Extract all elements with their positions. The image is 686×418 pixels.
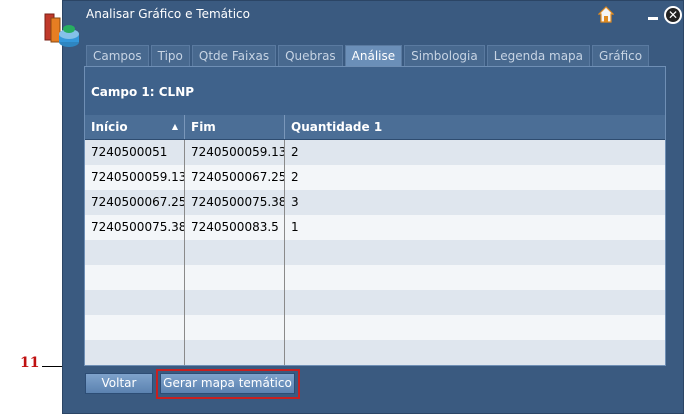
cell-inicio: 7240500051 — [85, 140, 185, 165]
voltar-button[interactable]: Voltar — [85, 373, 153, 394]
report-icon — [44, 13, 79, 47]
title-bar[interactable]: Analisar Gráfico e Temático ✕ — [63, 1, 683, 37]
table-row[interactable]: 7240500075.38 7240500083.5 1 — [85, 215, 665, 240]
tab-bar: Campos Tipo Qtde Faixas Quebras Análise … — [86, 45, 651, 67]
cell-fim — [185, 315, 285, 340]
cell-quantidade — [285, 240, 665, 265]
field-label: Campo 1: CLNP — [91, 85, 195, 99]
home-icon[interactable] — [598, 6, 614, 24]
cell-fim: 7240500083.5 — [185, 215, 285, 240]
grid-body: 7240500051 7240500059.13 2 7240500059.13… — [85, 140, 665, 365]
cell-inicio: 7240500075.38 — [85, 215, 185, 240]
tab-campos[interactable]: Campos — [86, 45, 149, 66]
cell-inicio — [85, 290, 185, 315]
tab-analise[interactable]: Análise — [344, 45, 403, 67]
tab-simbologia[interactable]: Simbologia — [404, 45, 485, 66]
table-row-empty — [85, 315, 665, 340]
callout-number: 11 — [20, 355, 40, 371]
cell-quantidade — [285, 265, 665, 290]
cell-quantidade — [285, 290, 665, 315]
sort-ascending-icon: ▲ — [171, 122, 178, 131]
analysis-window: Analisar Gráfico e Temático ✕ Campos Tip… — [62, 0, 684, 414]
cell-inicio — [85, 315, 185, 340]
tab-quebras[interactable]: Quebras — [278, 45, 343, 66]
window-title: Analisar Gráfico e Temático — [86, 7, 250, 21]
cell-fim — [185, 290, 285, 315]
table-row[interactable]: 7240500067.25 7240500075.38 3 — [85, 190, 665, 215]
cell-fim — [185, 240, 285, 265]
cell-fim: 7240500075.38 — [185, 190, 285, 215]
cell-quantidade: 3 — [291, 195, 299, 209]
tab-grafico[interactable]: Gráfico — [592, 45, 650, 66]
table-row-empty — [85, 290, 665, 315]
grid-header: Início ▲ Fim Quantidade 1 — [85, 115, 665, 140]
close-icon[interactable]: ✕ — [664, 6, 682, 24]
cell-quantidade: 2 — [291, 145, 299, 159]
gerar-mapa-button[interactable]: Gerar mapa temático — [160, 373, 295, 394]
column-header-quantidade[interactable]: Quantidade 1 — [285, 115, 665, 139]
minimize-icon[interactable] — [648, 17, 658, 20]
cell-inicio — [85, 340, 185, 365]
cell-quantidade — [285, 340, 665, 365]
cell-inicio — [85, 265, 185, 290]
results-grid: Início ▲ Fim Quantidade 1 7240500051 724… — [85, 115, 665, 365]
cell-inicio: 7240500059.13 — [85, 165, 185, 190]
cell-fim — [185, 340, 285, 365]
table-row-empty — [85, 240, 665, 265]
tab-tipo[interactable]: Tipo — [150, 45, 190, 66]
cell-quantidade — [285, 315, 665, 340]
tab-qtde-faixas[interactable]: Qtde Faixas — [191, 45, 277, 66]
table-row-empty — [85, 265, 665, 290]
column-header-fim[interactable]: Fim — [185, 115, 285, 139]
column-header-label: Início — [91, 120, 128, 134]
analysis-panel: Campo 1: CLNP Início ▲ Fim Quantidade 1 … — [84, 66, 666, 366]
cell-quantidade: 1 — [291, 220, 299, 234]
cell-fim: 7240500059.13 — [185, 140, 285, 165]
cell-fim: 7240500067.25 — [185, 165, 285, 190]
cell-quantidade: 2 — [291, 170, 299, 184]
cell-inicio: 7240500067.25 — [85, 190, 185, 215]
tab-legenda-mapa[interactable]: Legenda mapa — [486, 45, 591, 66]
table-row[interactable]: 7240500059.13 7240500067.25 2 — [85, 165, 665, 190]
cell-inicio — [85, 240, 185, 265]
column-header-inicio[interactable]: Início ▲ — [85, 115, 185, 139]
cell-fim — [185, 265, 285, 290]
table-row[interactable]: 7240500051 7240500059.13 2 — [85, 140, 665, 165]
table-row-empty — [85, 340, 665, 365]
